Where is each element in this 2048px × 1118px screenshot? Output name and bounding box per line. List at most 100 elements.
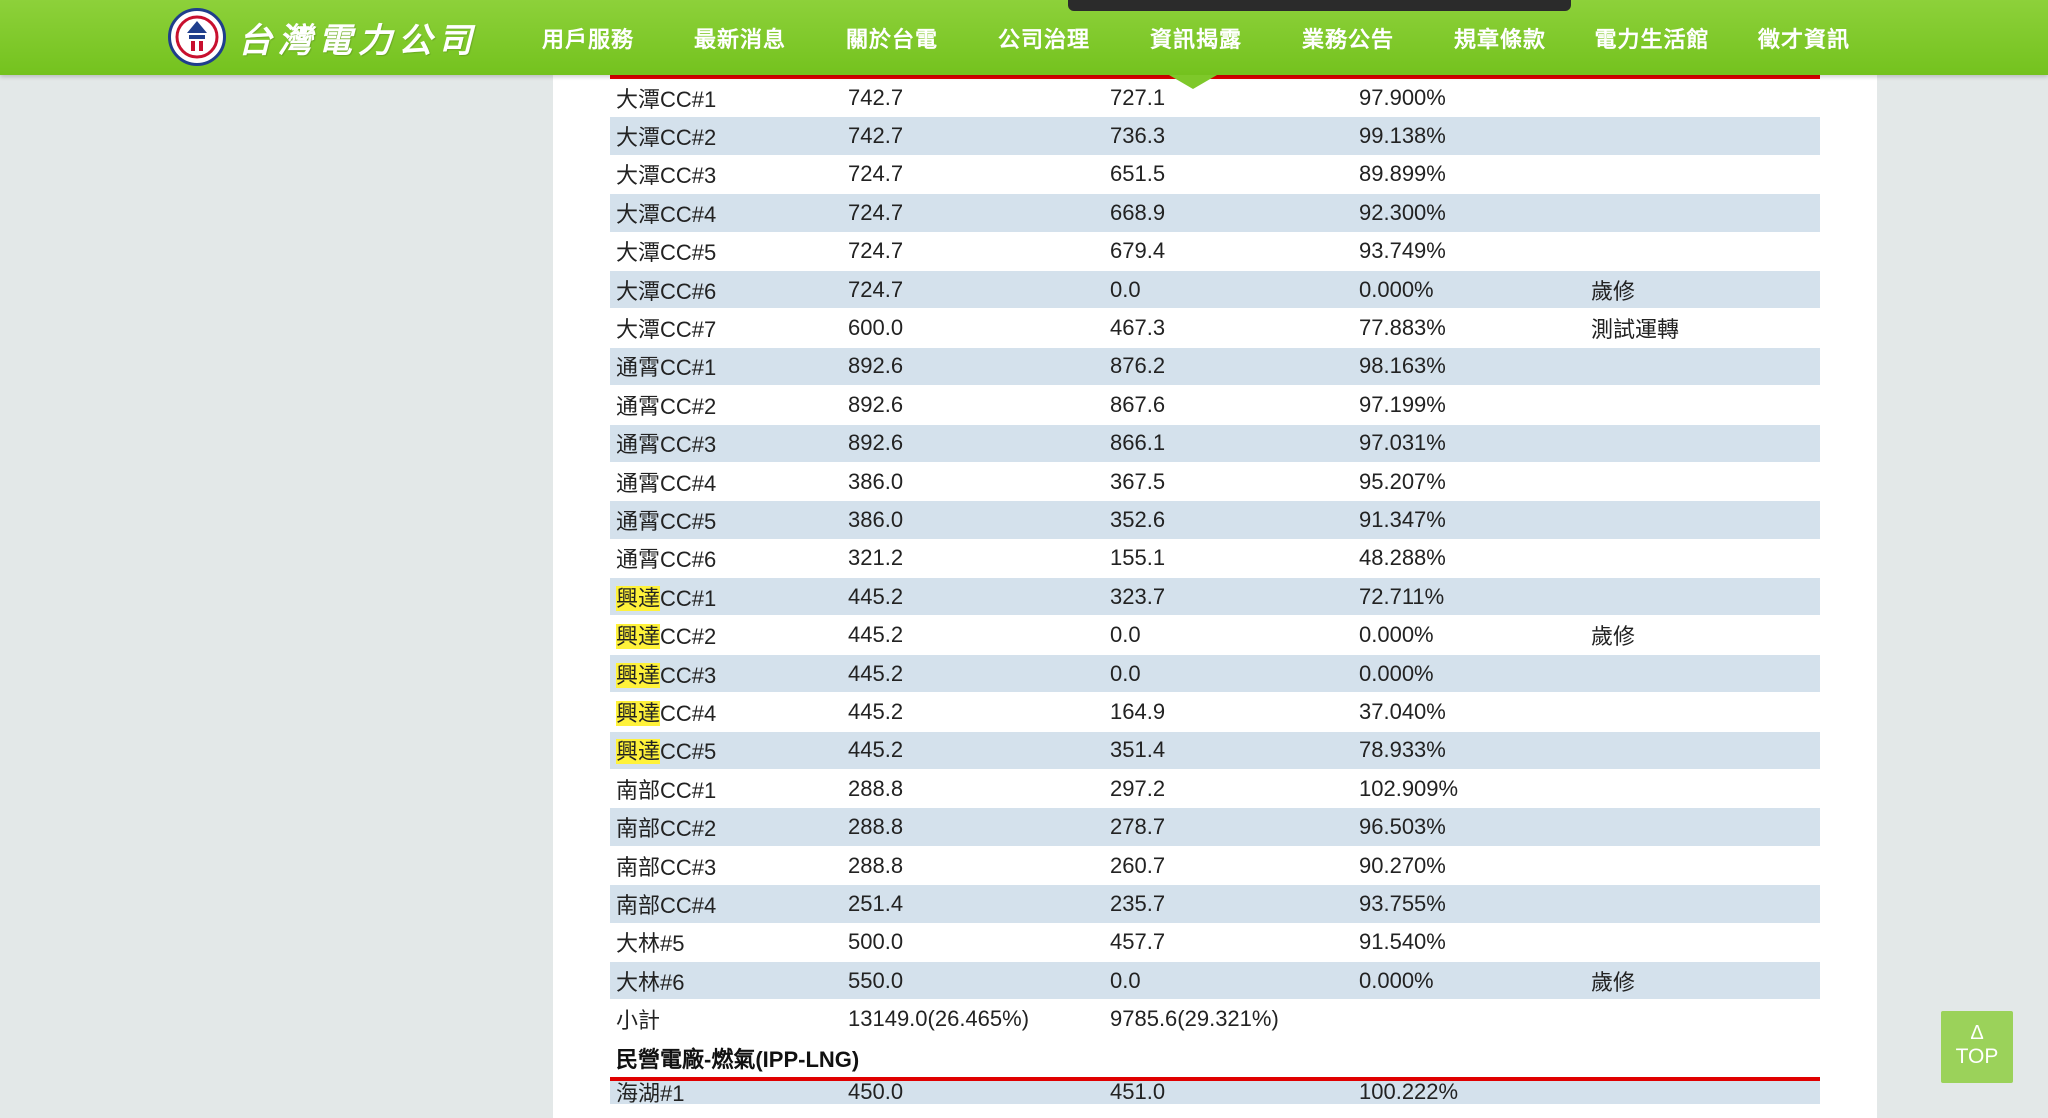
unit-name: 大潭CC#1 <box>610 82 842 114</box>
capacity-value: 450.0 <box>848 1080 904 1105</box>
unit-name-text: CC#4 <box>660 700 717 726</box>
capacity-value: 13149.0(26.465%) <box>848 1006 1030 1032</box>
table-row: 大潭CC#7 600.0 467.3 77.883% 測試運轉 <box>610 309 1820 348</box>
unit-name: 興達CC#2 <box>610 619 842 651</box>
unit-name: 小計 <box>610 1003 842 1035</box>
nav-careers[interactable]: 徵才資訊 <box>1728 22 1880 54</box>
ratio-value: 48.288% <box>1359 545 1446 571</box>
search-highlight: 興達 <box>616 700 661 726</box>
nav-governance[interactable]: 公司治理 <box>968 22 1120 54</box>
site-logo[interactable]: 台灣電力公司 <box>168 8 478 66</box>
back-to-top-button[interactable]: Δ TOP <box>1941 1011 2013 1083</box>
capacity-value: 445.2 <box>848 660 904 686</box>
unit-name: 通霄CC#4 <box>610 466 842 498</box>
table-row: 小計 13149.0(26.465%) 9785.6(29.321%) <box>610 1000 1820 1039</box>
table-row: 通霄CC#2 892.6 867.6 97.199% <box>610 386 1820 425</box>
nav-power-life[interactable]: 電力生活館 <box>1576 22 1728 54</box>
unit-name-text: CC#2 <box>660 624 717 650</box>
unit-name: 大潭CC#2 <box>610 120 842 152</box>
logo-text: 台灣電力公司 <box>238 20 478 61</box>
unit-name-text: 大潭CC#2 <box>616 125 717 151</box>
output-value: 668.9 <box>1110 199 1166 225</box>
table-row: 大潭CC#4 724.7 668.9 92.300% <box>610 194 1820 233</box>
table-row: 興達CC#4 445.2 164.9 37.040% <box>610 693 1820 732</box>
unit-name-text: 南部CC#1 <box>616 777 717 803</box>
unit-name: 南部CC#1 <box>610 773 842 805</box>
unit-name: 大潭CC#6 <box>610 274 842 306</box>
nav-disclosure[interactable]: 資訊揭露 <box>1120 22 1272 54</box>
unit-name: 興達CC#3 <box>610 658 842 690</box>
capacity-value: 445.2 <box>848 737 904 763</box>
table-row: 通霄CC#6 321.2 155.1 48.288% <box>610 540 1820 579</box>
note-value: 測試運轉 <box>1591 317 1680 343</box>
ratio-value: 72.711% <box>1359 583 1445 609</box>
table-row: 海湖#1 450.0 451.0 100.222% <box>610 1080 1820 1105</box>
output-value: 164.9 <box>1110 698 1166 724</box>
nav-user-services[interactable]: 用戶服務 <box>512 22 664 54</box>
capacity-value: 251.4 <box>848 890 904 916</box>
table-row: 大潭CC#3 724.7 651.5 89.899% <box>610 156 1820 195</box>
table-row: 大潭CC#6 724.7 0.0 0.000% 歲修 <box>610 270 1820 310</box>
unit-name: 南部CC#3 <box>610 850 842 882</box>
unit-name: 海湖#1 <box>616 1081 685 1105</box>
output-value: 297.2 <box>1110 775 1166 801</box>
section-heading-ipp-lng: 民營電廠-燃氣(IPP-LNG) <box>610 1038 1820 1077</box>
ratio-value: 93.749% <box>1359 238 1446 264</box>
nav-announcements[interactable]: 業務公告 <box>1272 22 1424 54</box>
capacity-value: 550.0 <box>848 967 904 993</box>
unit-name-text: CC#1 <box>660 585 717 611</box>
unit-name: 興達CC#4 <box>610 696 842 728</box>
nav-about[interactable]: 關於台電 <box>816 22 968 54</box>
ratio-value: 77.883% <box>1359 315 1446 341</box>
table-body: 大潭CC#1 742.7 727.1 97.900% 大潭CC#2 742.7 736.3 9… <box>610 79 1820 1039</box>
back-to-top-label: TOP <box>1955 1045 1999 1068</box>
unit-name-text: 大潭CC#3 <box>616 163 717 189</box>
capacity-value: 288.8 <box>848 775 904 801</box>
unit-name-text: 大潭CC#5 <box>616 240 717 266</box>
capacity-value: 445.2 <box>848 583 904 609</box>
table-row: 大林#6 550.0 0.0 0.000% 歲修 <box>610 961 1820 1001</box>
table-row: 南部CC#1 288.8 297.2 102.909% <box>610 770 1820 809</box>
search-highlight: 興達 <box>616 662 661 688</box>
capacity-value: 386.0 <box>848 506 904 532</box>
ratio-value: 78.933% <box>1359 737 1446 763</box>
output-value: 0.0 <box>1110 276 1141 302</box>
nav-latest-news[interactable]: 最新消息 <box>664 22 816 54</box>
table-row: 通霄CC#5 386.0 352.6 91.347% <box>610 501 1820 540</box>
search-highlight: 興達 <box>616 585 661 611</box>
unit-name-text: 通霄CC#1 <box>616 355 717 381</box>
capacity-value: 892.6 <box>848 353 904 379</box>
unit-name: 大林#6 <box>610 965 842 997</box>
capacity-value: 892.6 <box>848 391 904 417</box>
note-value: 歲修 <box>1591 278 1636 304</box>
output-value: 367.5 <box>1110 468 1166 494</box>
ratio-value: 97.199% <box>1359 391 1446 417</box>
ratio-value: 0.000% <box>1359 622 1434 648</box>
unit-name-text: 大潭CC#1 <box>616 86 717 112</box>
generation-table: 大潭CC#1 742.7 727.1 97.900% 大潭CC#2 742.7 736.3 9… <box>610 75 1820 1105</box>
table-row: 通霄CC#4 386.0 367.5 95.207% <box>610 463 1820 502</box>
unit-name-text: 大潭CC#4 <box>616 201 717 227</box>
ratio-value: 0.000% <box>1359 967 1434 993</box>
ratio-value: 0.000% <box>1359 276 1434 302</box>
output-value: 323.7 <box>1110 583 1166 609</box>
capacity-value: 724.7 <box>848 199 904 225</box>
ratio-value: 98.163% <box>1359 353 1446 379</box>
capacity-value: 724.7 <box>848 161 904 187</box>
unit-name: 大潭CC#3 <box>610 158 842 190</box>
output-value: 867.6 <box>1110 391 1166 417</box>
capacity-value: 288.8 <box>848 814 904 840</box>
output-value: 351.4 <box>1110 737 1166 763</box>
ratio-value: 96.503% <box>1359 814 1446 840</box>
ratio-value: 92.300% <box>1359 199 1446 225</box>
ratio-value: 95.207% <box>1359 468 1446 494</box>
output-value: 876.2 <box>1110 353 1166 379</box>
ratio-value: 37.040% <box>1359 698 1446 724</box>
output-value: 457.7 <box>1110 929 1166 955</box>
nav-regulations[interactable]: 規章條款 <box>1424 22 1576 54</box>
unit-name-text: 通霄CC#3 <box>616 432 717 458</box>
ratio-value: 89.899% <box>1359 161 1446 187</box>
unit-name: 大潭CC#5 <box>610 235 842 267</box>
capacity-value: 321.2 <box>848 545 904 571</box>
unit-name: 南部CC#4 <box>610 888 842 920</box>
